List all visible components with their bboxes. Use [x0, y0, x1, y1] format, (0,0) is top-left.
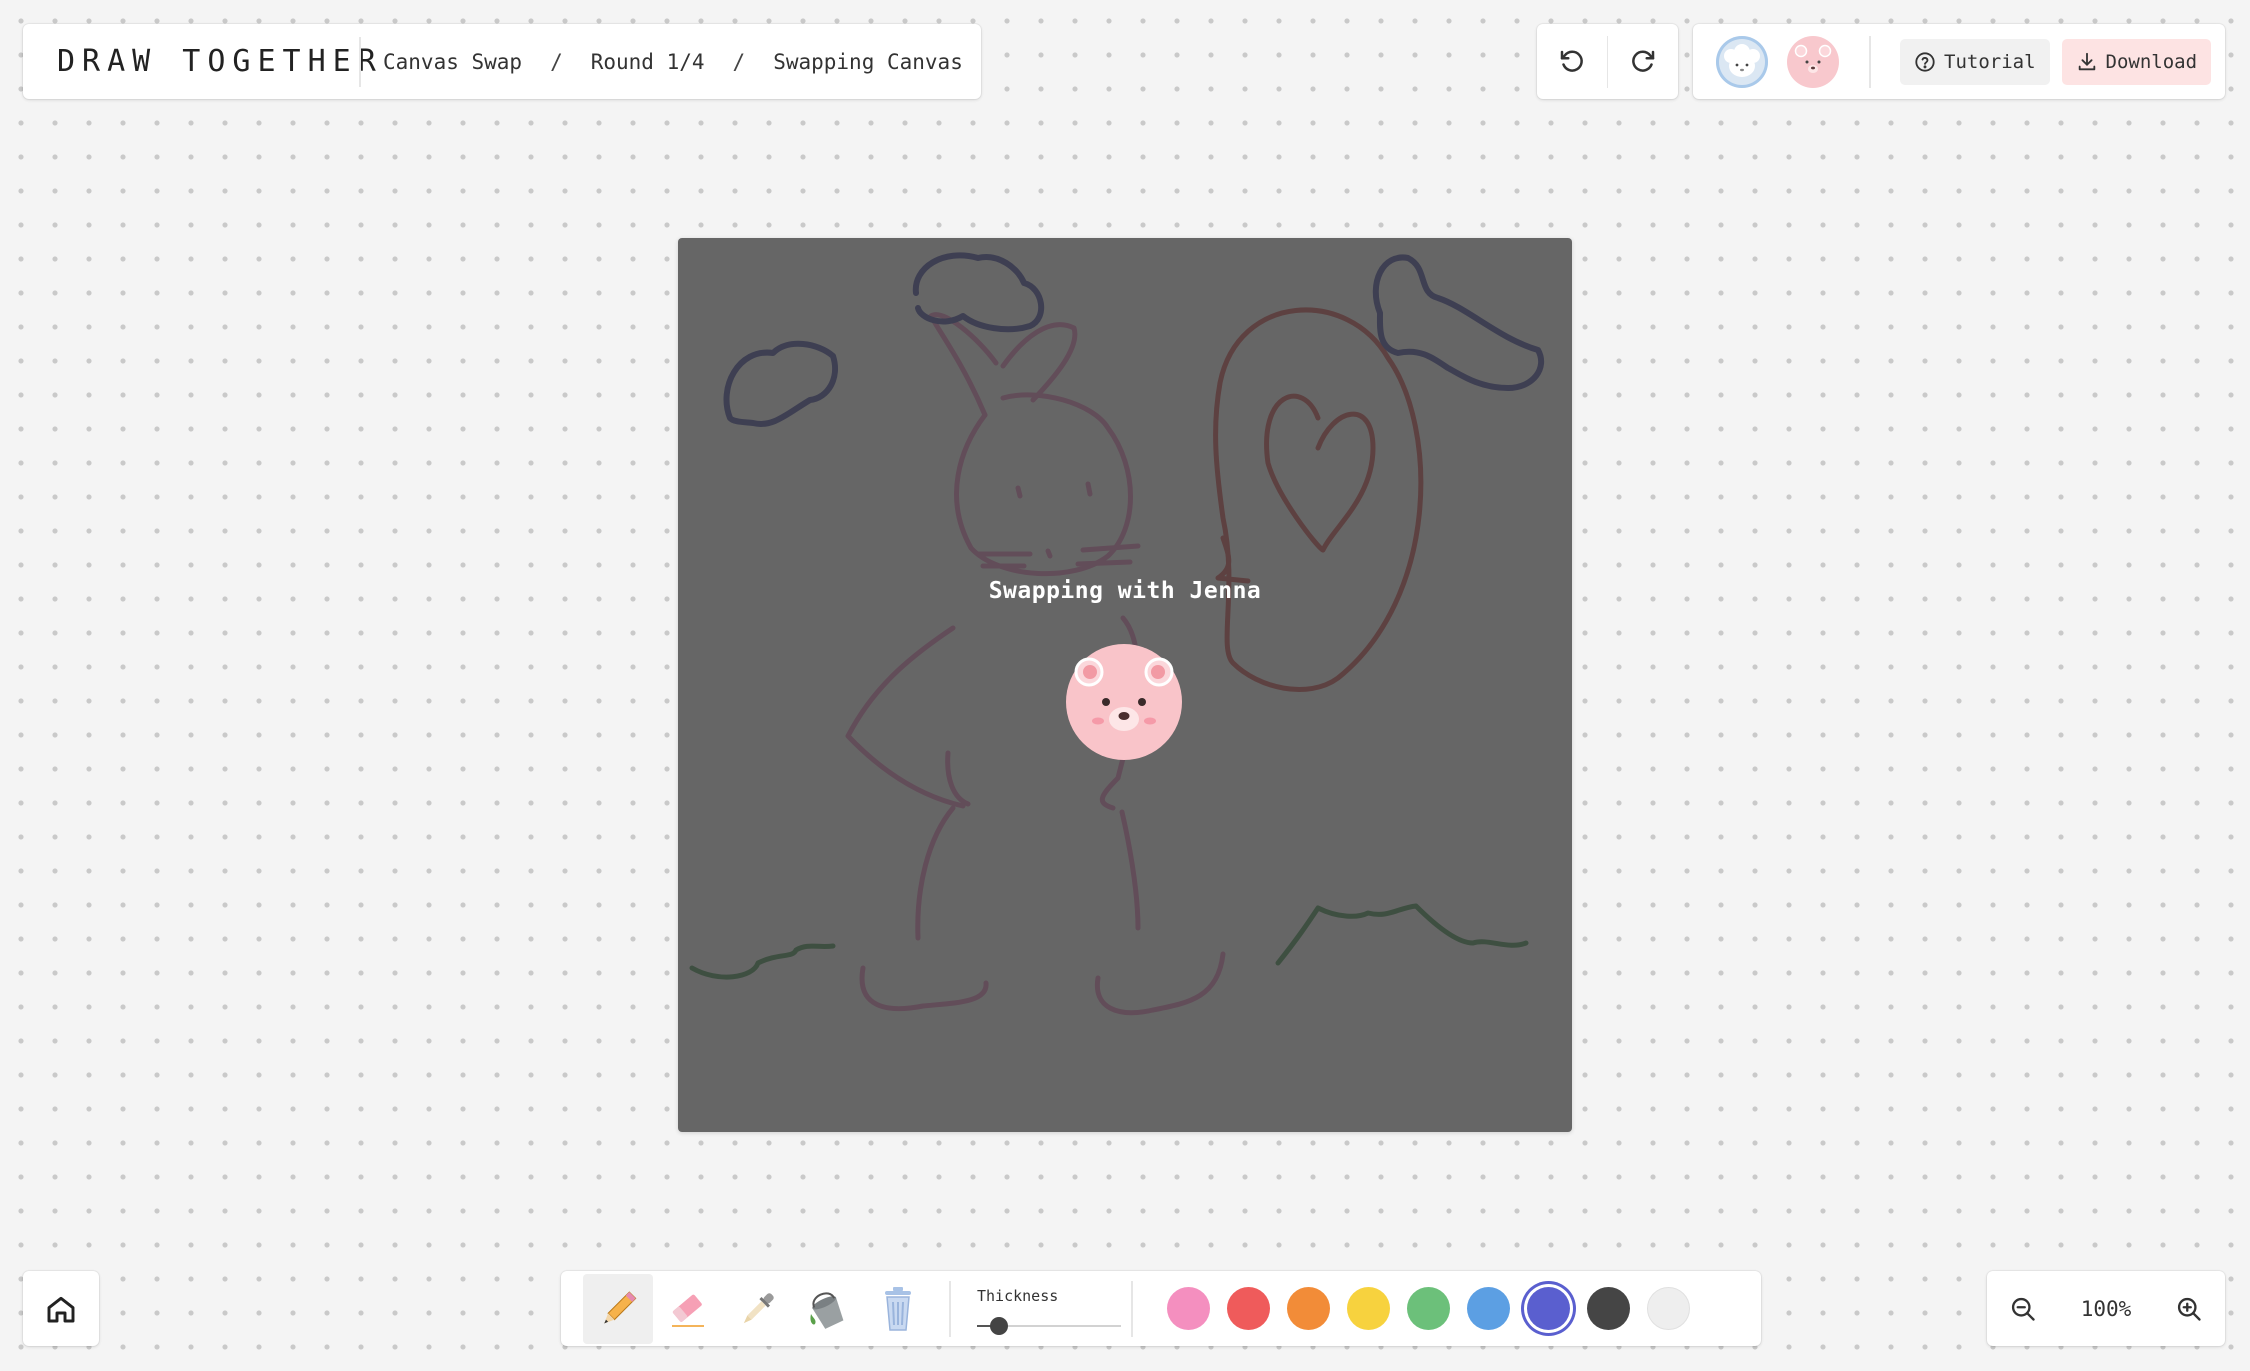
pencil-icon: [604, 1290, 637, 1323]
breadcrumb-separator: /: [550, 49, 563, 74]
divider: [1131, 1280, 1133, 1337]
color-swatch[interactable]: [1527, 1287, 1570, 1330]
zoom-out-icon: [2011, 1297, 2035, 1321]
history-controls: [1537, 24, 1678, 99]
zoom-controls: 100%: [1987, 1271, 2225, 1346]
download-button[interactable]: Download: [2061, 38, 2212, 85]
download-icon: [2078, 52, 2095, 70]
download-label: Download: [2105, 50, 2198, 73]
help-circle-icon: [1915, 51, 1935, 72]
swap-message: Swapping with Jenna: [988, 578, 1262, 604]
app-title: DRAW TOGETHER: [57, 44, 383, 79]
color-swatch[interactable]: [1287, 1287, 1330, 1330]
zoom-in-icon: [2177, 1297, 2201, 1321]
thickness-control: Thickness: [977, 1279, 1127, 1339]
pencil-tool[interactable]: [583, 1273, 653, 1344]
color-swatch[interactable]: [1347, 1287, 1390, 1330]
drawing-canvas[interactable]: Swapping with Jenna: [678, 238, 1572, 1132]
breadcrumb-status: Swapping Canvas: [773, 49, 963, 74]
color-palette: [1167, 1287, 1690, 1330]
clear-canvas-tool[interactable]: [863, 1274, 933, 1344]
color-swatch[interactable]: [1587, 1287, 1630, 1330]
breadcrumb: Canvas Swap / Round 1/4 / Swapping Canva…: [361, 50, 963, 74]
thickness-slider-handle[interactable]: [989, 1316, 1008, 1335]
paint-bucket-icon: [810, 1291, 844, 1329]
color-swatch[interactable]: [1647, 1287, 1690, 1330]
color-swatch[interactable]: [1167, 1287, 1210, 1330]
divider: [949, 1280, 951, 1337]
eyedropper-icon: [743, 1292, 774, 1323]
drawing-toolbar: Thickness: [561, 1271, 1761, 1346]
bear-avatar-icon: [1794, 44, 1832, 73]
zoom-level: 100%: [2080, 1296, 2132, 1321]
color-swatch[interactable]: [1227, 1287, 1270, 1330]
eyedropper-tool[interactable]: [723, 1274, 793, 1344]
thickness-label: Thickness: [977, 1286, 1059, 1305]
sheep-avatar-icon: [1724, 43, 1760, 77]
zoom-in-button[interactable]: [2153, 1271, 2225, 1346]
color-swatch[interactable]: [1467, 1287, 1510, 1330]
zoom-out-button[interactable]: [1987, 1271, 2059, 1346]
bear-avatar-icon: [1066, 644, 1182, 760]
home-icon: [47, 1296, 75, 1322]
fill-tool[interactable]: [793, 1274, 863, 1344]
eraser-tool[interactable]: [653, 1274, 723, 1344]
eraser-icon: [672, 1294, 704, 1327]
undo-button[interactable]: [1537, 24, 1607, 99]
tutorial-label: Tutorial: [1944, 50, 2036, 73]
breadcrumb-round[interactable]: Round 1/4: [591, 50, 705, 74]
divider: [1869, 35, 1871, 88]
breadcrumb-separator: /: [732, 49, 746, 74]
player-avatar-sheep[interactable]: [1716, 35, 1768, 88]
trash-icon: [885, 1286, 911, 1331]
player-avatar-bear[interactable]: [1787, 35, 1839, 88]
tutorial-button[interactable]: Tutorial: [1900, 38, 2050, 85]
color-swatch[interactable]: [1407, 1287, 1450, 1330]
redo-icon: [1632, 50, 1655, 72]
swap-overlay: Swapping with Jenna: [678, 238, 1572, 1132]
header-bar: DRAW TOGETHER Canvas Swap / Round 1/4 / …: [23, 24, 981, 99]
redo-button[interactable]: [1608, 24, 1678, 99]
breadcrumb-mode[interactable]: Canvas Swap: [383, 50, 522, 74]
session-bar: Tutorial Download: [1693, 24, 2225, 99]
home-button[interactable]: [23, 1271, 99, 1346]
undo-icon: [1560, 50, 1583, 72]
